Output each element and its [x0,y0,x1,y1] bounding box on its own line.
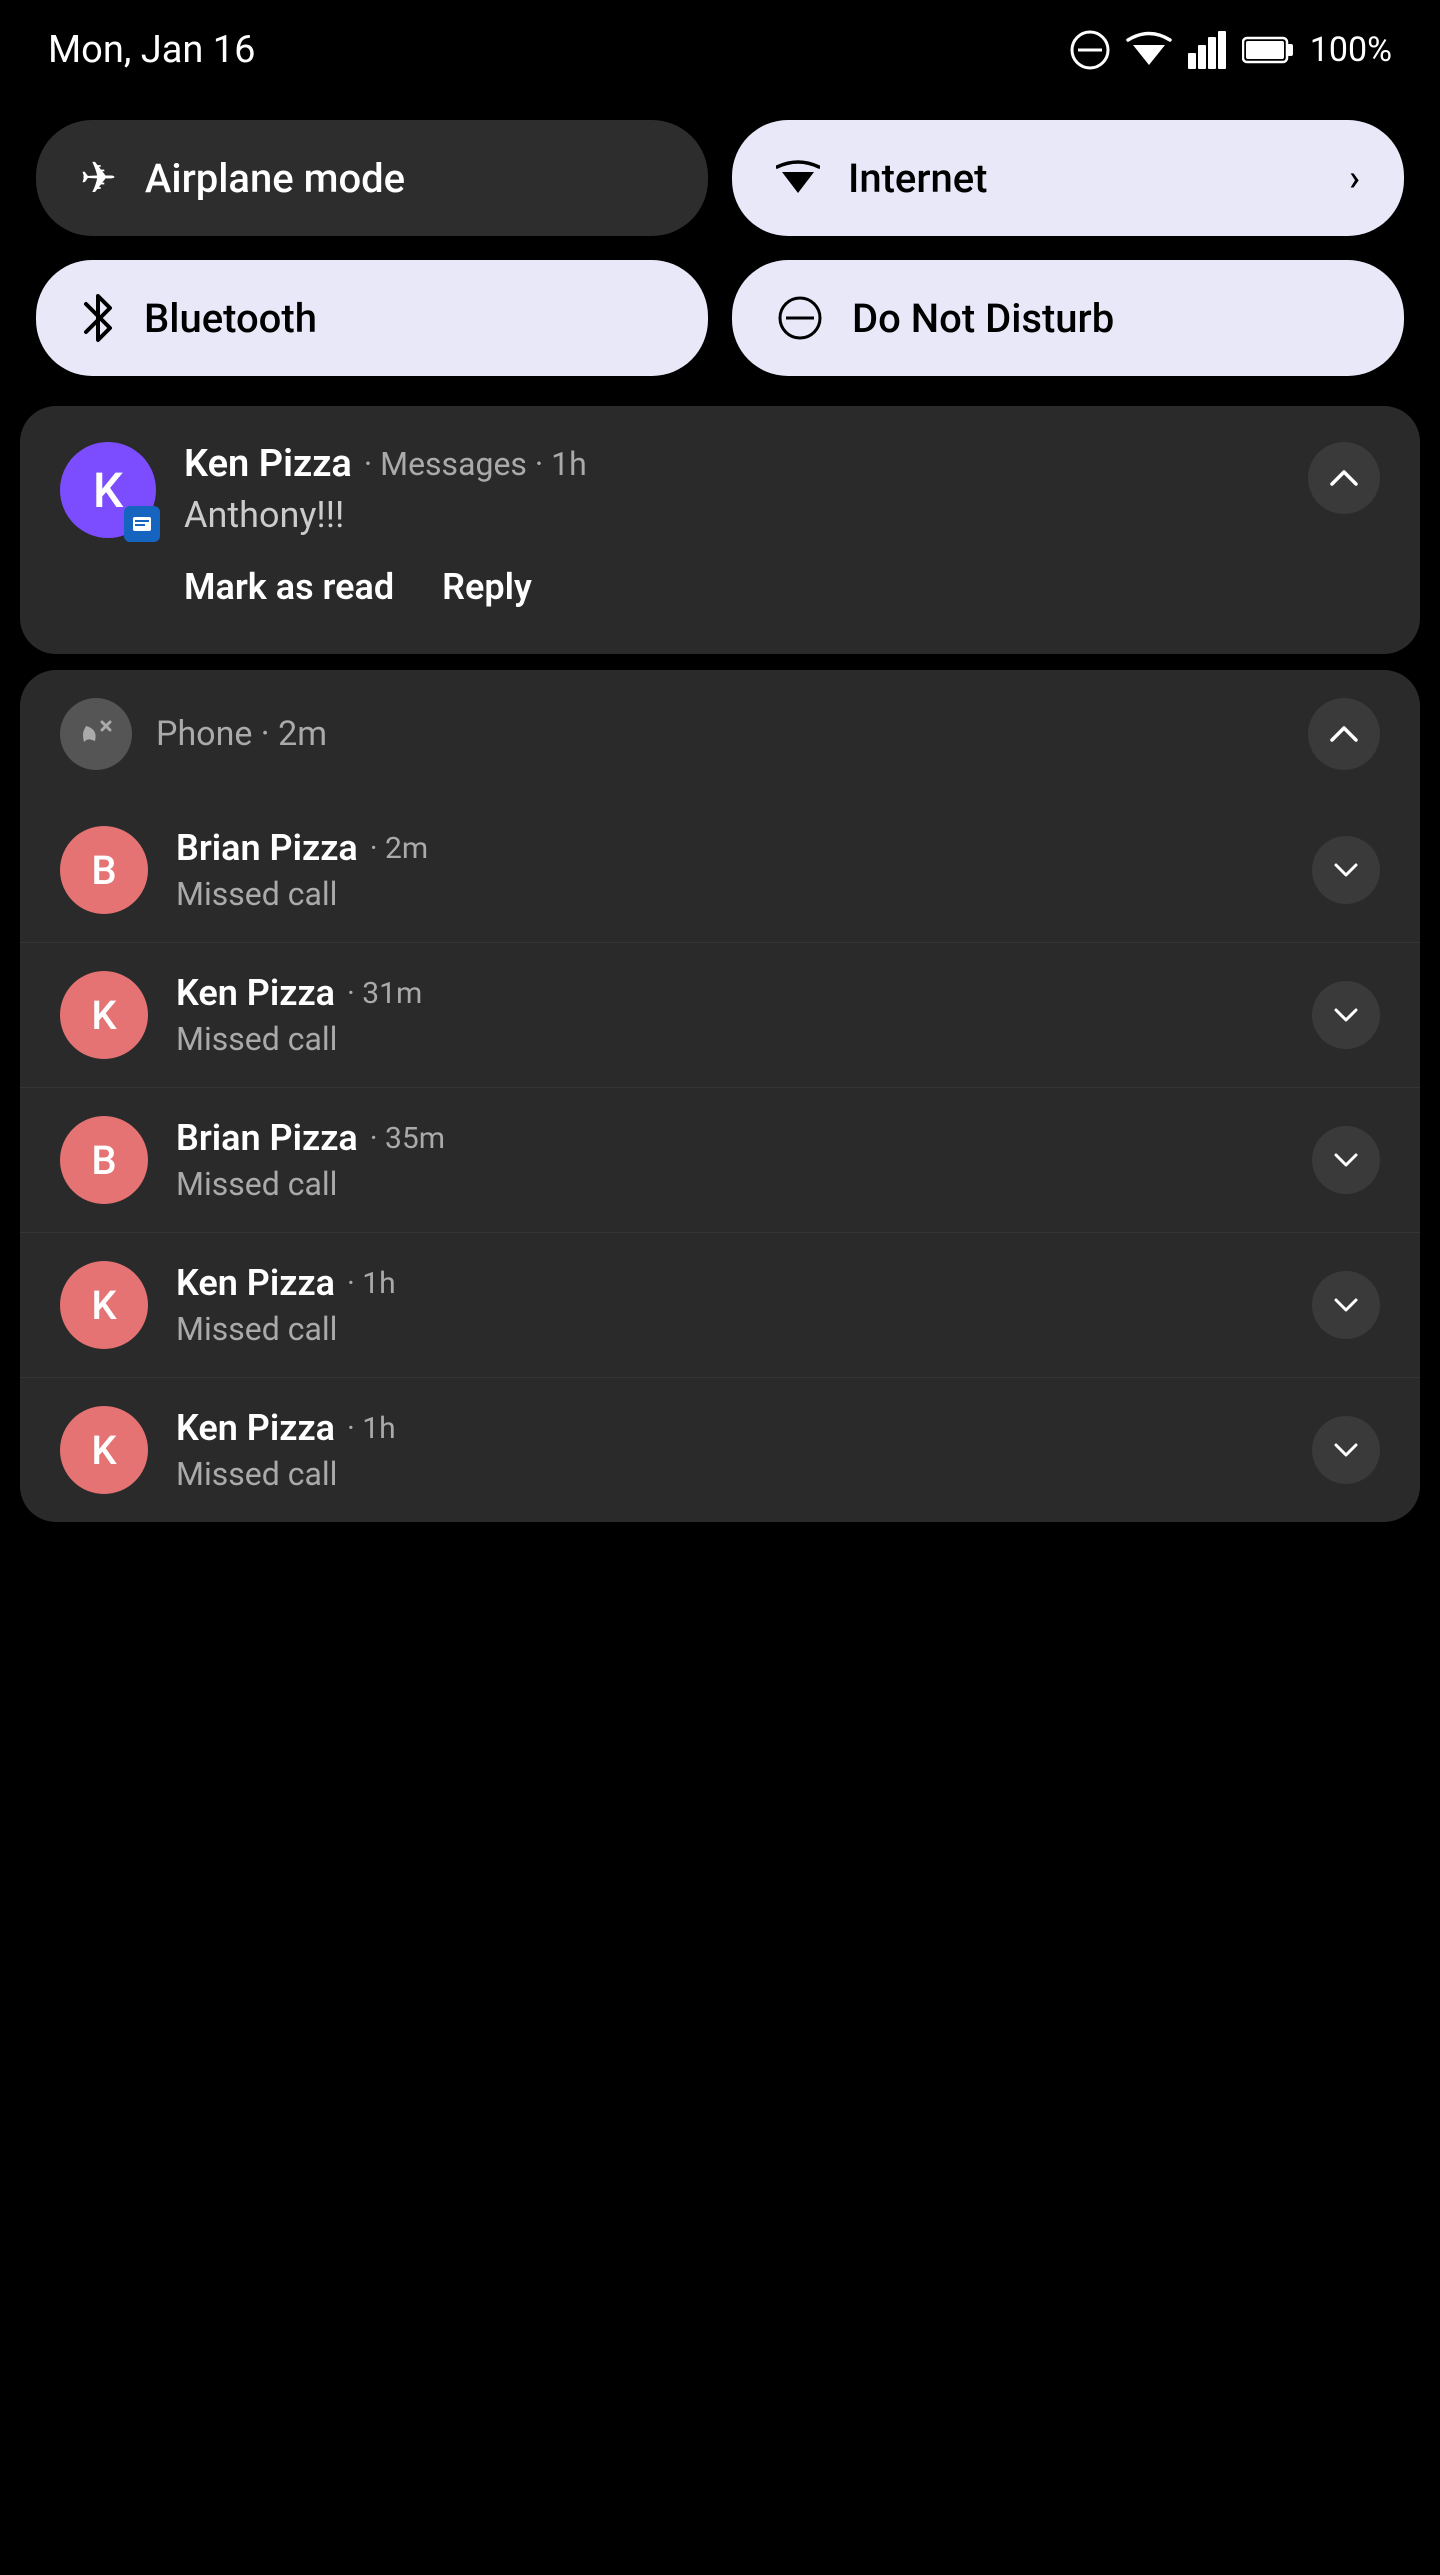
messages-collapse-button[interactable] [1308,442,1380,514]
call-avatar-2: B [60,1116,148,1204]
call-name-row-1: Ken Pizza · 31m [176,972,1284,1014]
chevron-up-icon-phone [1328,724,1360,744]
messages-meta: · Messages · 1h [364,445,587,483]
call-item: K Ken Pizza · 31m Missed call [20,943,1420,1088]
phone-notification-header: Phone · 2m [20,670,1420,798]
dnd-icon [1070,30,1110,70]
battery-icon [1242,34,1294,66]
chevron-down-icon-4 [1332,1441,1360,1459]
messages-notification-content: Ken Pizza · Messages · 1h Anthony!!! [184,442,1280,536]
call-avatar-0: B [60,826,148,914]
call-status-4: Missed call [176,1455,1284,1493]
ken-pizza-avatar-letter: K [93,462,123,519]
messages-notification-header: K Ken Pizza · Messages · 1h [60,442,1380,538]
internet-label: Internet [848,155,988,202]
phone-notification-card: Phone · 2m B Brian Pizza · 2m Missed cal… [20,670,1420,1522]
signal-icon [1188,31,1226,69]
chevron-up-icon [1328,468,1360,488]
call-content-1: Ken Pizza · 31m Missed call [176,972,1284,1058]
call-items-list: B Brian Pizza · 2m Missed call K Ken Piz… [20,798,1420,1522]
status-icons: 100% [1070,30,1392,70]
call-item: K Ken Pizza · 1h Missed call [20,1233,1420,1378]
internet-arrow-icon: › [1349,157,1360,199]
quick-settings: ✈ Airplane mode Internet › Bluetooth Do … [0,100,1440,406]
call-avatar-4: K [60,1406,148,1494]
do-not-disturb-icon [776,294,824,342]
call-expand-button-2[interactable] [1312,1126,1380,1194]
call-content-4: Ken Pizza · 1h Missed call [176,1407,1284,1493]
do-not-disturb-label: Do Not Disturb [852,295,1114,342]
status-bar: Mon, Jan 16 100% [0,0,1440,100]
airplane-icon: ✈ [80,152,117,204]
phone-app-name: Phone · 2m [156,714,1284,754]
do-not-disturb-tile[interactable]: Do Not Disturb [732,260,1404,376]
chevron-down-icon-0 [1332,861,1360,879]
messages-body: Anthony!!! [184,494,1280,536]
call-name-3: Ken Pizza [176,1262,335,1304]
call-expand-button-3[interactable] [1312,1271,1380,1339]
call-time-3: · 1h [347,1266,396,1301]
ken-pizza-avatar: K [60,442,156,538]
call-name-row-4: Ken Pizza · 1h [176,1407,1284,1449]
call-avatar-3: K [60,1261,148,1349]
bluetooth-tile[interactable]: Bluetooth [36,260,708,376]
call-name-row-0: Brian Pizza · 2m [176,827,1284,869]
notifications-area: K Ken Pizza · Messages · 1h [0,406,1440,1522]
messages-actions: Mark as read Reply [60,538,1380,624]
messages-notification-card: K Ken Pizza · Messages · 1h [20,406,1420,654]
airplane-mode-label: Airplane mode [145,155,405,202]
call-status-1: Missed call [176,1020,1284,1058]
messages-notification-main: K Ken Pizza · Messages · 1h [20,406,1420,654]
call-item: B Brian Pizza · 35m Missed call [20,1088,1420,1233]
status-time: Mon, Jan 16 [48,28,256,72]
bluetooth-label: Bluetooth [144,295,317,342]
call-expand-button-4[interactable] [1312,1416,1380,1484]
missed-call-icon [76,714,116,754]
call-item: B Brian Pizza · 2m Missed call [20,798,1420,943]
mark-as-read-button[interactable]: Mark as read [184,558,394,616]
call-avatar-1: K [60,971,148,1059]
airplane-mode-tile[interactable]: ✈ Airplane mode [36,120,708,236]
chevron-down-icon-1 [1332,1006,1360,1024]
messages-badge [124,506,160,542]
call-content-3: Ken Pizza · 1h Missed call [176,1262,1284,1348]
internet-tile[interactable]: Internet › [732,120,1404,236]
call-content-0: Brian Pizza · 2m Missed call [176,827,1284,913]
call-content-2: Brian Pizza · 35m Missed call [176,1117,1284,1203]
call-status-3: Missed call [176,1310,1284,1348]
call-name-1: Ken Pizza [176,972,335,1014]
bluetooth-icon [80,292,116,344]
call-time-1: · 31m [347,976,422,1011]
phone-missed-call-icon [60,698,132,770]
call-status-0: Missed call [176,875,1284,913]
call-name-4: Ken Pizza [176,1407,335,1449]
call-expand-button-1[interactable] [1312,981,1380,1049]
battery-percentage: 100% [1310,30,1392,70]
call-name-row-3: Ken Pizza · 1h [176,1262,1284,1304]
messages-title-row: Ken Pizza · Messages · 1h [184,442,1280,486]
phone-collapse-button[interactable] [1308,698,1380,770]
internet-wifi-icon [776,160,820,196]
call-name-0: Brian Pizza [176,827,358,869]
messages-badge-icon [132,514,152,534]
call-expand-button-0[interactable] [1312,836,1380,904]
wifi-icon [1126,31,1172,69]
messages-sender: Ken Pizza [184,442,352,486]
call-item: K Ken Pizza · 1h Missed call [20,1378,1420,1522]
call-time-4: · 1h [347,1411,396,1446]
call-time-2: · 35m [370,1121,445,1156]
reply-button[interactable]: Reply [442,558,532,616]
call-time-0: · 2m [370,831,428,866]
call-name-2: Brian Pizza [176,1117,358,1159]
call-status-2: Missed call [176,1165,1284,1203]
call-name-row-2: Brian Pizza · 35m [176,1117,1284,1159]
chevron-down-icon-2 [1332,1151,1360,1169]
chevron-down-icon-3 [1332,1296,1360,1314]
